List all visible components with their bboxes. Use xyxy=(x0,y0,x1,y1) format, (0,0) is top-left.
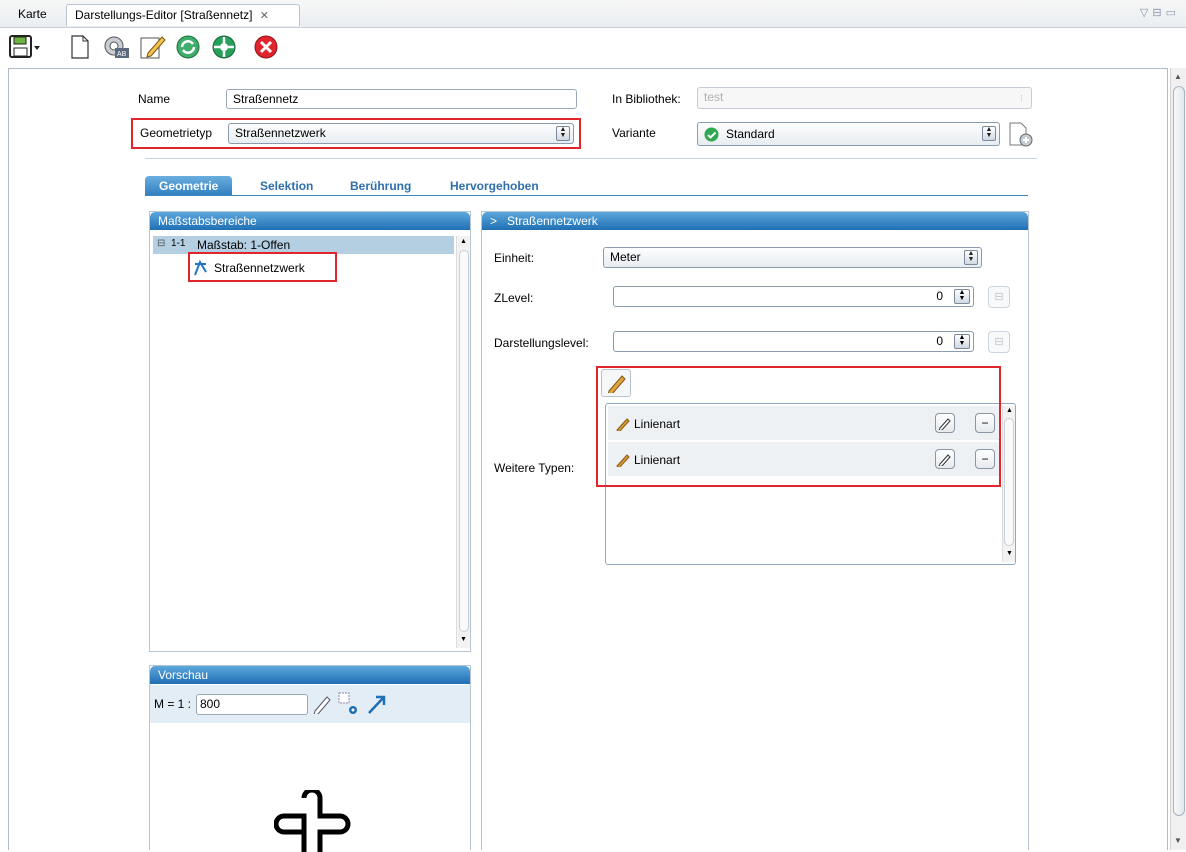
unit-select[interactable]: Meter ▲ ▼ xyxy=(603,247,982,268)
types-scroll-up-icon[interactable]: ▲ xyxy=(1006,407,1013,414)
tab-darstellungs-editor[interactable]: Darstellungs-Editor [Straßennetz] ✕ xyxy=(66,4,300,26)
tree-scrollbar[interactable]: ▲ ▼ xyxy=(456,236,470,648)
refresh-icon xyxy=(176,35,200,59)
preview-panel-title: Vorschau xyxy=(150,666,470,684)
variant-value: Standard xyxy=(726,127,775,141)
unit-dropdown-icon[interactable]: ▲ ▼ xyxy=(964,250,978,265)
collapse-icon[interactable]: ⊟ xyxy=(157,238,165,249)
scrollbar-thumb[interactable] xyxy=(1173,86,1185,816)
drawlevel-spinner[interactable]: ▲ ▼ xyxy=(954,334,970,349)
unit-value: Meter xyxy=(610,250,641,264)
new-document-icon xyxy=(71,35,89,59)
drawlevel-side-button: ⊟ xyxy=(988,331,1010,353)
apply-icon xyxy=(212,35,236,59)
zlevel-value: 0 xyxy=(936,289,943,303)
name-label: Name xyxy=(138,92,171,106)
header-separator xyxy=(145,158,1037,159)
tab-beruehrung[interactable]: Berührung xyxy=(336,176,425,196)
edit-button[interactable] xyxy=(138,33,166,61)
scroll-up-icon[interactable]: ▲ xyxy=(1174,72,1182,81)
save-dropdown-button[interactable] xyxy=(8,33,42,61)
scale-panel-title: Maßstabsbereiche xyxy=(150,212,470,230)
preview-panel: Vorschau M = 1 : 800 xyxy=(149,665,471,852)
scale-prefix-label: M = 1 : xyxy=(154,697,192,711)
variant-check-icon xyxy=(704,127,719,142)
preview-cross-symbol xyxy=(274,790,351,852)
cancel-icon xyxy=(254,35,278,59)
svg-text:AB: AB xyxy=(117,51,127,58)
detail-arrow: > xyxy=(490,214,498,228)
preview-view-icon xyxy=(338,692,357,714)
preview-scale-input[interactable]: 800 xyxy=(196,694,308,715)
tab-editor-label: Darstellungs-Editor [Straßennetz] xyxy=(75,8,253,22)
zlevel-input[interactable]: 0 ▲ ▼ xyxy=(613,286,974,307)
view-menu-icon[interactable]: ▽ xyxy=(1140,7,1152,19)
highlight-more-types xyxy=(596,366,1001,487)
maximize-icon[interactable]: ▭ xyxy=(1166,7,1180,19)
minimize-icon[interactable]: ⊟ xyxy=(1152,7,1165,19)
tab-hervorgehoben[interactable]: Hervorgehoben xyxy=(436,176,553,196)
variant-label: Variante xyxy=(612,126,656,140)
editor-vertical-scrollbar[interactable]: ▲ ▼ xyxy=(1170,68,1186,850)
name-input[interactable]: Straßennetz xyxy=(226,89,577,109)
tab-geometrie[interactable]: Geometrie xyxy=(145,176,233,196)
drawlevel-value: 0 xyxy=(936,334,943,348)
save-icon xyxy=(9,35,40,58)
more-types-label: Weitere Typen: xyxy=(494,461,575,475)
apply-button[interactable] xyxy=(210,33,238,61)
detail-panel-title: > Straßennetzwerk xyxy=(482,212,1028,230)
tree-scroll-thumb[interactable] xyxy=(459,250,469,632)
rename-icon: AB xyxy=(104,36,129,58)
zlevel-label: ZLevel: xyxy=(494,291,534,305)
rename-button[interactable]: AB xyxy=(102,33,130,61)
edit-icon xyxy=(140,36,166,59)
library-dropdown-icon: ⁝ xyxy=(1020,93,1023,103)
inner-tabs-underline xyxy=(145,195,1028,196)
library-value: test xyxy=(704,90,724,104)
tab-selektion[interactable]: Selektion xyxy=(246,176,327,196)
types-scroll-thumb[interactable] xyxy=(1004,418,1014,546)
new-document-button[interactable] xyxy=(66,33,94,61)
detail-title-text: Straßennetzwerk xyxy=(507,214,598,228)
drawlevel-input[interactable]: 0 ▲ ▼ xyxy=(613,331,974,352)
highlight-geomtype xyxy=(131,118,581,149)
zlevel-side-button: ⊟ xyxy=(988,286,1010,308)
cancel-button[interactable] xyxy=(252,33,280,61)
tree-scroll-up-icon[interactable]: ▲ xyxy=(460,238,467,245)
preview-toolbar: M = 1 : 800 xyxy=(150,685,470,723)
close-tab-icon[interactable]: ✕ xyxy=(260,10,269,22)
types-scrollbar[interactable]: ▲ ▼ xyxy=(1002,406,1015,562)
variant-dropdown-icon[interactable]: ▲ ▼ xyxy=(982,126,996,141)
variant-select[interactable]: Standard ▲ ▼ xyxy=(697,122,1000,146)
toolbar: AB xyxy=(0,29,1186,67)
tab-karte[interactable]: Karte xyxy=(10,4,55,26)
editor-tab-bar: Karte Darstellungs-Editor [Straßennetz] … xyxy=(0,0,1186,28)
drawlevel-label: Darstellungslevel: xyxy=(494,336,589,350)
pencil-scale-icon xyxy=(313,696,331,714)
library-label: In Bibliothek: xyxy=(612,92,681,106)
zoom-arrow-icon xyxy=(368,695,386,714)
add-variant-button[interactable] xyxy=(1006,120,1034,148)
types-scroll-down-icon[interactable]: ▼ xyxy=(1006,550,1013,557)
unit-label: Einheit: xyxy=(494,251,535,265)
tree-scroll-down-icon[interactable]: ▼ xyxy=(460,636,467,643)
highlight-tree-child xyxy=(188,252,337,282)
refresh-button[interactable] xyxy=(174,33,202,61)
add-variant-icon xyxy=(1009,122,1033,147)
window-controls: ▽⊟▭ xyxy=(1140,6,1180,19)
library-select[interactable]: test ⁝ xyxy=(697,87,1032,109)
tree-root-label: Maßstab: 1-Offen xyxy=(197,238,291,252)
scroll-down-icon[interactable]: ▼ xyxy=(1174,836,1182,845)
scale-range-icon: 1-1 xyxy=(171,238,186,249)
zlevel-spinner[interactable]: ▲ ▼ xyxy=(954,289,970,304)
